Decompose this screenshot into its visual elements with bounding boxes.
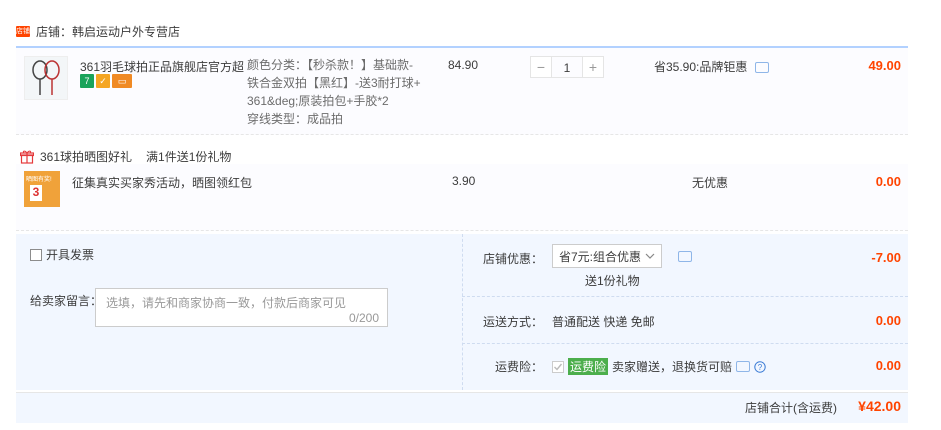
shop-total-label: 店铺合计(含运费) — [745, 401, 837, 415]
shipping-value: 普通配送 快递 免邮 — [552, 315, 655, 329]
gift-thumb-text: 晒图有奖! — [26, 177, 52, 183]
invoice-label: 开具发票 — [46, 248, 95, 262]
message-counter: 0/200 — [348, 311, 379, 325]
increase-button[interactable]: + — [582, 56, 604, 78]
decrease-button[interactable]: − — [530, 56, 552, 78]
sku-line: 颜色分类：【秒杀款！】基础款- — [247, 58, 413, 72]
gift-thumbnail[interactable]: 晒图有奖! 3 — [24, 171, 60, 207]
insurance-tag: 运费险 — [568, 358, 609, 375]
sku-line: 361&deg;原装拍包+手胶*2 — [247, 94, 389, 108]
divider — [462, 343, 908, 345]
guarantee-icon: ✓ — [96, 74, 110, 88]
invoice-checkbox[interactable] — [30, 248, 42, 261]
message-placeholder: 选填，请先和商家协商一致，付款后商家可见 — [106, 296, 347, 310]
shop-discount-amount: -7.00 — [871, 250, 901, 265]
insurance-label: 运费险： — [495, 360, 544, 374]
seven-day-return-icon: 7 — [80, 74, 94, 88]
insurance-amount: 0.00 — [875, 358, 901, 373]
card-icon: ▭ — [112, 74, 132, 88]
product-title-link[interactable]: 361羽毛球拍正品旗舰店官方超... — [80, 58, 245, 75]
gift-title[interactable]: 征集真实买家秀活动，晒图领红包 — [72, 174, 252, 191]
sku-line: 铁合金双拍【黑红】-送3耐打球+ — [247, 76, 421, 90]
insurance-text: 卖家赠送，退换货可赔 — [612, 360, 733, 374]
chat-icon[interactable] — [754, 62, 769, 74]
gift-subtotal: 0.00 — [875, 174, 901, 189]
message-textarea[interactable]: 选填，请先和商家协商一致，付款后商家可见 0/200 — [95, 288, 388, 327]
svg-text:?: ? — [758, 363, 763, 372]
gift-thumb-number: 3 — [30, 185, 42, 201]
chat-icon[interactable] — [736, 361, 751, 372]
gift-header: 361球拍晒图好礼 满1件送1份礼物 — [20, 148, 231, 165]
chat-icon[interactable] — [678, 251, 692, 262]
shop-name[interactable]: 店铺：韩启运动户外专营店 — [36, 23, 180, 40]
gift-promotion: 无优惠 — [692, 176, 729, 190]
gift-header-title: 361球拍晒图好礼 — [40, 150, 133, 164]
shop-discount-sub: 送1份礼物 — [585, 274, 640, 288]
gift-rule: 满1件送1份礼物 — [146, 150, 232, 164]
item-promotion: 省35.90:品牌钜惠 — [654, 58, 769, 75]
divider — [462, 296, 908, 298]
sku-line: 穿线类型：成品拍 — [247, 112, 344, 126]
shop-discount-label: 店铺优惠： — [483, 252, 544, 266]
quantity-input[interactable]: 1 — [552, 56, 582, 78]
product-thumbnail[interactable] — [24, 56, 68, 100]
help-icon[interactable]: ? — [754, 360, 766, 373]
quantity-stepper: − 1 + — [530, 56, 604, 78]
unit-price: 84.90 — [448, 58, 479, 72]
shipping-label: 运送方式： — [483, 315, 544, 329]
chevron-down-icon — [645, 253, 655, 259]
gift-icon — [20, 150, 34, 164]
service-badges: 7 ✓ ▭ — [80, 74, 132, 88]
message-label: 给卖家留言： — [30, 294, 103, 308]
shop-discount-value: 省7元:组合优惠 — [559, 249, 642, 264]
invoice-option[interactable]: 开具发票 — [30, 246, 94, 263]
item-subtotal: 49.00 — [868, 58, 901, 73]
shop-discount-select[interactable]: 省7元:组合优惠 — [552, 244, 662, 268]
shop-icon: 店铺 — [16, 25, 30, 37]
sku-info: 颜色分类：【秒杀款！】基础款- 铁合金双拍【黑红】-送3耐打球+ 361&deg… — [247, 56, 442, 128]
shipping-amount: 0.00 — [875, 313, 901, 328]
promotion-text: 省35.90:品牌钜惠 — [654, 60, 748, 74]
insurance-option: 运费险 卖家赠送，退换货可赔 ? — [552, 358, 766, 375]
shop-total-amount: ¥42.00 — [858, 398, 901, 414]
check-icon — [552, 360, 564, 373]
gift-price: 3.90 — [452, 174, 476, 188]
shop-header: 店铺 店铺：韩启运动户外专营店 — [16, 22, 180, 40]
